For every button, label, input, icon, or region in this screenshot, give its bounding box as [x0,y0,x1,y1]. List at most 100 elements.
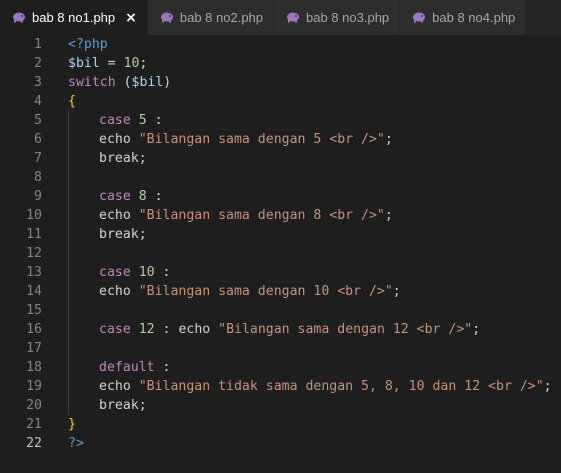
line-number: 2 [34,56,42,71]
code-line: 5 case 5 : [0,111,561,130]
keyword-case: case [99,189,131,204]
php-elephant-icon [160,12,173,23]
line-number: 20 [26,398,42,413]
code-line: 18 default : [0,358,561,377]
code-line: 3 switch ($bil) [0,73,561,92]
line-number: 12 [26,246,42,261]
colon: : [154,322,179,337]
indent-guide [68,187,99,206]
code-line: 10 echo "Bilangan sama dengan 8 <br />"; [0,206,561,225]
number: 8 [138,189,147,204]
indent-guide [68,225,99,244]
code-line: 16 case 12 : echo "Bilangan sama dengan … [0,320,561,339]
line-number: 1 [34,37,42,52]
code-line: 21 } [0,415,561,434]
line-number: 22 [26,436,42,451]
close-icon[interactable]: × [125,10,137,26]
indent-guide [68,358,99,377]
paren-open: ( [115,75,132,90]
semicolon: ; [472,322,481,337]
tab-bab-8-no2[interactable]: bab 8 no2.php [147,0,275,35]
semicolon: ; [384,132,393,147]
colon: : [146,113,163,128]
editor-window: bab 8 no1.php × bab 8 no2.php bab 8 no3.… [0,0,561,473]
code-line: 19 echo "Bilangan tidak sama dengan 5, 8… [0,377,561,396]
keyword-echo: echo [99,208,131,223]
operator: = [99,56,124,71]
number: 10 [138,265,155,280]
line-number: 21 [26,417,42,432]
indent-guide [68,149,99,168]
string: "Bilangan sama dengan 10 <br />" [138,284,393,299]
tab-label: bab 8 no2.php [179,10,264,25]
colon: : [146,189,163,204]
tab-label: bab 8 no1.php [32,10,116,25]
indent-guide [68,396,99,415]
keyword-break: break [99,398,139,413]
code-line: 15 [0,301,561,320]
number: 10 [123,56,140,71]
brace-close: } [68,417,76,432]
code-editor[interactable]: 1 <?php 2 $bil = 10; 3 switch ($bil) 4 {… [0,35,561,453]
number: 12 [138,322,155,337]
php-elephant-icon [13,12,25,23]
code-line: 13 case 10 : [0,263,561,282]
code-line: 11 break; [0,225,561,244]
indent-guide [68,206,99,225]
tab-bab-8-no4[interactable]: bab 8 no4.php [400,0,527,35]
semicolon: ; [384,208,393,223]
string: "Bilangan sama dengan 5 <br />" [138,132,385,147]
indent-guide [68,320,99,339]
keyword-default: default [99,360,155,375]
semicolon: ; [138,227,147,242]
colon: : [154,265,171,280]
php-elephant-icon [413,12,426,23]
line-number: 15 [26,303,42,318]
tab-label: bab 8 no4.php [432,10,516,25]
keyword-echo: echo [99,284,131,299]
code-line: 2 $bil = 10; [0,54,561,73]
line-number: 11 [26,227,42,242]
code-line: 4 { [0,92,561,111]
keyword-case: case [99,265,131,280]
semicolon: ; [392,284,401,299]
code-line: 9 case 8 : [0,187,561,206]
code-line: 7 break; [0,149,561,168]
keyword-echo: echo [99,132,131,147]
colon: : [154,360,171,375]
line-number: 14 [26,284,42,299]
keyword-case: case [99,113,131,128]
php-close-tag: ?> [68,436,84,451]
indent-guide [68,111,99,130]
line-number: 18 [26,360,42,375]
code-line: 20 break; [0,396,561,415]
keyword-echo: echo [99,379,131,394]
line-number: 8 [34,170,42,185]
php-elephant-icon [287,12,300,23]
indent-guide [68,301,99,320]
semicolon: ; [138,151,147,166]
indent-guide [68,168,99,187]
indent-guide [68,377,99,396]
line-number: 9 [34,189,42,204]
tab-label: bab 8 no3.php [306,10,390,25]
line-number: 5 [34,113,42,128]
line-number: 3 [34,75,42,90]
line-number: 10 [26,208,42,223]
code-line: 12 [0,244,561,263]
line-number: 4 [34,94,42,109]
keyword-switch: switch [68,75,116,90]
indent-guide [68,130,99,149]
tab-bab-8-no3[interactable]: bab 8 no3.php [274,0,401,35]
keyword-case: case [99,322,131,337]
code-line: 17 [0,339,561,358]
php-open-tag: <?php [68,37,108,52]
code-line: 8 [0,168,561,187]
tab-bab-8-no1[interactable]: bab 8 no1.php × [0,0,148,35]
line-number: 17 [26,341,42,356]
indent-guide [68,263,99,282]
semicolon: ; [543,379,552,394]
keyword-echo: echo [178,322,211,337]
tab-bar: bab 8 no1.php × bab 8 no2.php bab 8 no3.… [0,0,561,35]
code-line: 1 <?php [0,35,561,54]
